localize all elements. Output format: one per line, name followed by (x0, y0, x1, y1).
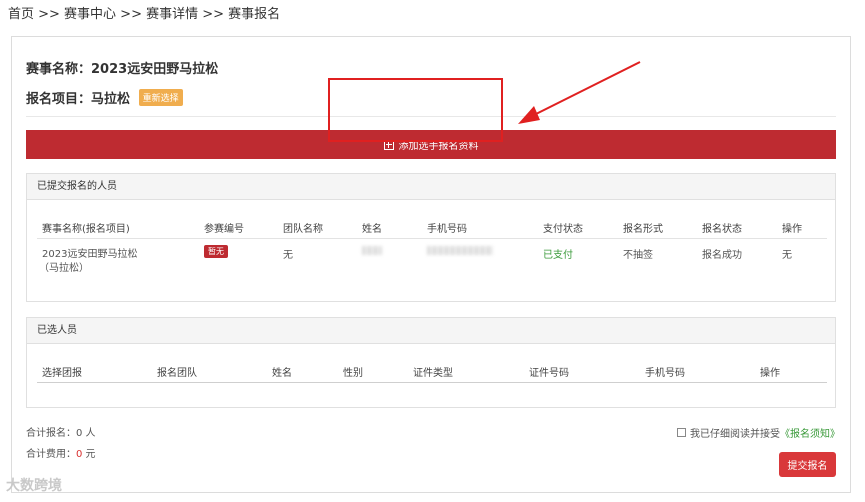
row-event-project: （马拉松） (39, 263, 89, 274)
annotation-arrow-icon (518, 61, 641, 124)
row-team: 无 (283, 250, 293, 261)
row-action: 无 (782, 250, 792, 261)
row-form: 不抽签 (623, 250, 653, 261)
col-header-action: 操作 (760, 368, 780, 379)
event-name-label: 赛事名称： (26, 62, 92, 77)
col-header-form: 报名形式 (623, 224, 663, 235)
event-name: 2023远安田野马拉松 (91, 62, 219, 77)
table-header-line (37, 238, 827, 239)
col-header-phone: 手机号码 (645, 368, 685, 379)
col-header-gender: 性别 (343, 368, 363, 379)
row-event-name: 2023远安田野马拉松 (42, 249, 138, 260)
reselect-button[interactable]: 重新选择 (138, 89, 183, 106)
col-header-team: 报名团队 (157, 368, 197, 379)
col-header-group: 选择团报 (42, 368, 82, 379)
col-header-phone: 手机号码 (427, 224, 467, 235)
total-count-unit: 人 (82, 428, 96, 439)
project-label: 报名项目： (26, 92, 92, 107)
col-header-id-number: 证件号码 (529, 368, 569, 379)
row-phone-blurred (427, 246, 493, 255)
col-header-name: 姓名 (362, 224, 382, 235)
submit-button[interactable]: 提交报名 (779, 452, 836, 477)
submitted-panel-title: 已提交报名的人员 (27, 174, 835, 200)
project-name: 马拉松 (91, 92, 131, 107)
total-fee-unit: 元 (82, 449, 96, 460)
row-status: 报名成功 (702, 250, 742, 261)
submitted-panel: 已提交报名的人员 赛事名称(报名项目) 参赛编号 团队名称 姓名 手机号码 支付… (26, 173, 836, 302)
agreement-text: 我已仔细阅读并接受 (690, 429, 780, 440)
table-header-line (37, 382, 827, 383)
annotation-highlight-box (328, 78, 503, 142)
col-header-bib: 参赛编号 (204, 224, 244, 235)
selected-panel-title: 已选人员 (27, 318, 835, 344)
agreement-checkbox[interactable] (677, 428, 686, 437)
registration-notice-link[interactable]: 《报名须知》 (780, 425, 840, 440)
total-count-label: 合计报名： (26, 428, 76, 439)
row-payment: 已支付 (543, 250, 573, 261)
total-fee-label: 合计费用： (26, 449, 76, 460)
total-count: 合计报名：0 人 (26, 424, 96, 439)
col-header-id-type: 证件类型 (413, 368, 453, 379)
breadcrumb[interactable]: 首页 >> 赛事中心 >> 赛事详情 >> 赛事报名 (8, 3, 280, 22)
total-fee: 合计费用：0 元 (26, 445, 96, 460)
col-header-payment: 支付状态 (543, 224, 583, 235)
col-header-team: 团队名称 (283, 224, 323, 235)
col-header-status: 报名状态 (702, 224, 742, 235)
event-project-row: 报名项目：马拉松 重新选择 (26, 88, 183, 107)
selected-panel: 已选人员 选择团报 报名团队 姓名 性别 证件类型 证件号码 手机号码 操作 (26, 317, 836, 408)
row-name-blurred (362, 246, 382, 255)
bib-badge: 暂无 (204, 245, 228, 258)
event-name-row: 赛事名称：2023远安田野马拉松 (26, 58, 218, 77)
col-header-name: 姓名 (272, 368, 292, 379)
agreement: 我已仔细阅读并接受 《报名须知》 (677, 425, 840, 440)
col-header-event: 赛事名称(报名项目) (42, 224, 130, 235)
watermark: 大数跨境 (6, 478, 62, 494)
col-header-action: 操作 (782, 224, 802, 235)
